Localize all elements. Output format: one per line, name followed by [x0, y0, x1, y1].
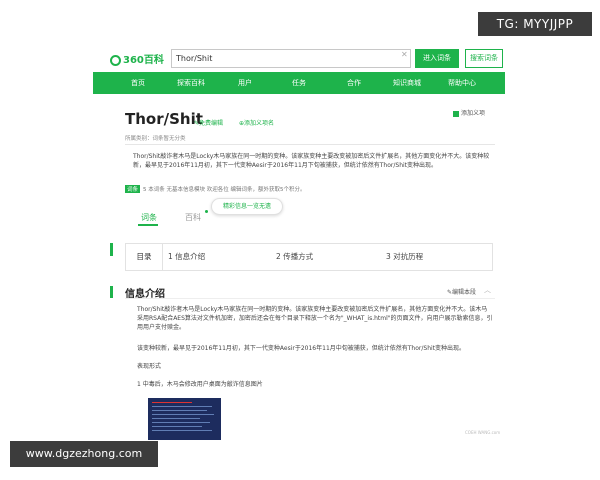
section-accent-bar — [110, 286, 113, 298]
section-paragraph: 1 中毒后，木马会修改用户桌面为敲诈信息图片 — [137, 381, 263, 388]
nav-item-tasks[interactable]: 任务 — [292, 72, 306, 94]
notice-row: 词条 5 本词条 无基本信息模块 欢迎各位 编辑词条，额外获取5个积分。 — [125, 185, 306, 193]
logo-icon — [110, 54, 121, 66]
image-text-line — [152, 430, 212, 431]
feature-tooltip: 精彩信息一览无遗 — [211, 198, 283, 215]
tab-baike[interactable]: 百科 — [185, 212, 201, 223]
add-sense-label: 添加义项名 — [244, 120, 275, 127]
edit-entry-link[interactable]: ✎免费编辑 — [194, 118, 223, 127]
image-text-line — [152, 414, 214, 415]
watermark-bottom: www.dgzezhong.com — [10, 441, 158, 467]
search-input[interactable]: Thor/Shit — [171, 49, 411, 68]
tooltip-pointer — [205, 210, 208, 213]
nav-item-home[interactable]: 首页 — [131, 72, 145, 94]
toc-item-spread[interactable]: 2 传播方式 — [276, 244, 313, 270]
entry-summary: Thor/Shit敲诈者木马是Locky木马家族在同一时期的变种。该家族变种主要… — [133, 153, 490, 169]
notice-badge: 词条 — [125, 185, 141, 193]
close-icon[interactable]: ✕ — [401, 50, 408, 59]
notice-text: 5 本词条 无基本信息模块 欢迎各位 编辑词条，额外获取5个积分。 — [143, 187, 306, 193]
tab-active-underline — [138, 224, 158, 226]
toc-item-history[interactable]: 3 对抗历程 — [386, 244, 423, 270]
main-nav: 首页 探索百科 用户 任务 合作 知识商城 帮助中心 — [93, 72, 505, 94]
plus-icon — [453, 110, 459, 117]
chevron-up-icon[interactable]: ︿ — [484, 285, 491, 295]
edit-section-link[interactable]: ✎编辑本段 — [447, 287, 476, 296]
site-logo[interactable]: 360百科 — [110, 51, 164, 66]
image-text-line — [152, 402, 192, 403]
image-caption: COEH WANG.com — [465, 430, 501, 435]
browser-page: 360百科 Thor/Shit ✕ 进入词条 搜索词条 首页 探索百科 用户 任… — [93, 40, 505, 440]
image-text-line — [152, 426, 202, 427]
edit-section-label: 编辑本段 — [452, 289, 477, 296]
title-divider — [125, 144, 495, 145]
toc-item-info[interactable]: 1 信息介绍 — [168, 244, 205, 270]
image-text-line — [152, 410, 207, 411]
section-paragraph: Thor/Shit敲诈者木马是Locky木马家族在同一时期的变种。该家族变种主要… — [137, 306, 493, 331]
enter-entry-button[interactable]: 进入词条 — [415, 49, 459, 68]
nav-item-explore[interactable]: 探索百科 — [177, 72, 205, 94]
edit-entry-label: 免费编辑 — [199, 120, 224, 127]
image-text-line — [152, 418, 200, 419]
add-item-link[interactable]: 添加义项 — [453, 108, 485, 117]
nav-item-cooperation[interactable]: 合作 — [347, 72, 361, 94]
nav-item-help[interactable]: 帮助中心 — [448, 72, 476, 94]
category-text: 所属类别：词条暂无分类 — [125, 136, 186, 142]
section-divider — [125, 298, 495, 299]
ransom-desktop-image — [148, 398, 221, 440]
add-item-label: 添加义项 — [461, 110, 486, 117]
page-title: Thor/Shit — [125, 110, 203, 128]
section-subheading: 表现形式 — [137, 363, 162, 370]
add-sense-link[interactable]: ⊕添加义项名 — [239, 118, 274, 127]
section-paragraph: 该变种较新，最早见于2016年11月初，其下一代变种Aesir于2016年11月… — [137, 345, 466, 352]
tab-entry[interactable]: 词条 — [141, 212, 157, 223]
toc-heading: 目录 — [126, 244, 163, 270]
logo-text: 360百科 — [123, 55, 164, 66]
image-text-line — [152, 422, 210, 423]
table-of-contents: 目录 1 信息介绍 2 传播方式 3 对抗历程 — [125, 243, 493, 271]
nav-item-users[interactable]: 用户 — [238, 72, 252, 94]
nav-item-mall[interactable]: 知识商城 — [393, 72, 421, 94]
toc-accent-bar — [110, 243, 113, 256]
watermark-top: TG: MYYJJPP — [478, 12, 592, 36]
image-text-line — [152, 406, 212, 407]
search-entry-button[interactable]: 搜索词条 — [465, 49, 503, 68]
